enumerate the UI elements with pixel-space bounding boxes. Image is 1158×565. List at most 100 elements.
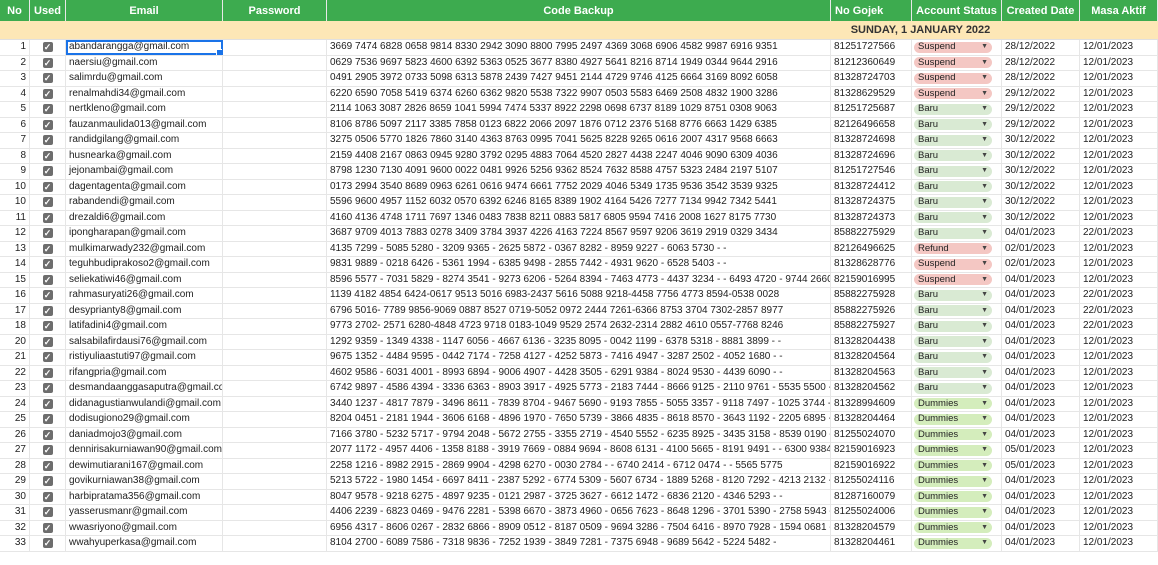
email-cell[interactable]: nertkleno@gmail.com — [66, 102, 223, 117]
code-backup-cell[interactable]: 9675 1352 - 4484 9595 - 0442 7174 - 7258… — [327, 350, 831, 365]
row-number[interactable]: 31 — [0, 505, 30, 520]
status-dropdown[interactable]: Dummies ▼ — [914, 506, 992, 518]
dropdown-arrow-icon[interactable]: ▼ — [981, 304, 988, 318]
code-backup-cell[interactable]: 0173 2994 3540 8689 0963 6261 0616 9474 … — [327, 179, 831, 194]
table-row[interactable]: 13 ✓ mulkimarwady232@gmail.com 4135 7299 - … — [0, 241, 1158, 257]
password-cell[interactable] — [223, 148, 327, 163]
password-cell[interactable] — [223, 303, 327, 318]
checkbox-checked-icon[interactable]: ✓ — [42, 321, 53, 332]
code-backup-cell[interactable]: 2159 4408 2167 0863 0945 9280 3792 0295 … — [327, 148, 831, 163]
gojek-number-cell[interactable]: 81251725687 — [831, 102, 912, 117]
email-cell[interactable]: randidgilang@gmail.com — [66, 133, 223, 148]
code-backup-cell[interactable]: 8596 5577 - 7031 5829 - 8274 3541 - 9273… — [327, 272, 831, 287]
header-used[interactable]: Used — [30, 0, 66, 21]
created-date-cell[interactable]: 02/01/2023 — [1002, 257, 1080, 272]
table-row[interactable]: 10 ✓ dagentagenta@gmail.com 0173 2994 3540 … — [0, 179, 1158, 195]
account-status-cell[interactable]: Baru ▼ — [912, 117, 1002, 132]
row-number[interactable]: 7 — [0, 133, 30, 148]
email-cell[interactable]: rifangpria@gmail.com — [66, 365, 223, 380]
dropdown-arrow-icon[interactable]: ▼ — [981, 56, 988, 70]
checkbox-checked-icon[interactable]: ✓ — [42, 166, 53, 177]
dropdown-arrow-icon[interactable]: ▼ — [981, 242, 988, 256]
dropdown-arrow-icon[interactable]: ▼ — [981, 164, 988, 178]
status-dropdown[interactable]: Suspend ▼ — [914, 56, 992, 70]
dropdown-arrow-icon[interactable]: ▼ — [981, 490, 988, 504]
email-cell[interactable]: wwahyuperkasa@gmail.com — [66, 536, 223, 551]
account-status-cell[interactable]: Baru ▼ — [912, 288, 1002, 303]
created-date-cell[interactable]: 30/12/2022 — [1002, 148, 1080, 163]
status-dropdown[interactable]: Dummies ▼ — [914, 413, 992, 425]
row-number[interactable]: 29 — [0, 474, 30, 489]
password-cell[interactable] — [223, 210, 327, 225]
table-row[interactable]: 5 ✓ nertkleno@gmail.com 2114 1063 3087 2826… — [0, 102, 1158, 118]
table-row[interactable]: 20 ✓ salsabilafirdausi76@gmail.com 1292 935… — [0, 334, 1158, 350]
masa-aktif-cell[interactable]: 22/01/2023 — [1080, 226, 1158, 241]
masa-aktif-cell[interactable]: 12/01/2023 — [1080, 458, 1158, 473]
created-date-cell[interactable]: 05/01/2023 — [1002, 458, 1080, 473]
gojek-number-cell[interactable]: 81328724696 — [831, 148, 912, 163]
gojek-number-cell[interactable]: 81328724373 — [831, 210, 912, 225]
row-number[interactable]: 14 — [0, 257, 30, 272]
email-cell[interactable]: mulkimarwady232@gmail.com — [66, 241, 223, 256]
masa-aktif-cell[interactable]: 12/01/2023 — [1080, 210, 1158, 225]
checkbox-checked-icon[interactable]: ✓ — [42, 305, 53, 316]
used-cell[interactable]: ✓ — [30, 458, 66, 473]
row-number[interactable]: 25 — [0, 412, 30, 427]
checkbox-checked-icon[interactable]: ✓ — [42, 197, 53, 208]
code-backup-cell[interactable]: 4406 2239 - 6823 0469 - 9476 2281 - 5398… — [327, 505, 831, 520]
email-cell[interactable]: yasserusmanr@gmail.com — [66, 505, 223, 520]
used-cell[interactable]: ✓ — [30, 272, 66, 287]
gojek-number-cell[interactable]: 81328724703 — [831, 71, 912, 86]
row-number[interactable]: 17 — [0, 303, 30, 318]
used-cell[interactable]: ✓ — [30, 226, 66, 241]
masa-aktif-cell[interactable]: 12/01/2023 — [1080, 195, 1158, 210]
dropdown-arrow-icon[interactable]: ▼ — [981, 474, 988, 488]
checkbox-checked-icon[interactable]: ✓ — [42, 119, 53, 130]
dropdown-arrow-icon[interactable]: ▼ — [981, 288, 988, 302]
gojek-number-cell[interactable]: 81328994609 — [831, 396, 912, 411]
masa-aktif-cell[interactable]: 12/01/2023 — [1080, 164, 1158, 179]
gojek-number-cell[interactable]: 81328628776 — [831, 257, 912, 272]
code-backup-cell[interactable]: 1139 4182 4854 6424-0617 9513 5016 6983-… — [327, 288, 831, 303]
masa-aktif-cell[interactable]: 22/01/2023 — [1080, 288, 1158, 303]
dropdown-arrow-icon[interactable]: ▼ — [981, 428, 988, 442]
masa-aktif-cell[interactable]: 12/01/2023 — [1080, 272, 1158, 287]
created-date-cell[interactable]: 28/12/2022 — [1002, 71, 1080, 86]
code-backup-cell[interactable]: 6956 4317 - 8606 0267 - 2832 6866 - 8909… — [327, 520, 831, 535]
table-row[interactable]: 10 ✓ rabandendi@gmail.com 5596 9600 4957 11… — [0, 195, 1158, 211]
created-date-cell[interactable]: 04/01/2023 — [1002, 334, 1080, 349]
checkbox-checked-icon[interactable]: ✓ — [42, 243, 53, 254]
email-cell[interactable]: didanagustianwulandi@gmail.com — [66, 396, 223, 411]
gojek-number-cell[interactable]: 82126496625 — [831, 241, 912, 256]
gojek-number-cell[interactable]: 81328724698 — [831, 133, 912, 148]
code-backup-cell[interactable]: 0629 7536 9697 5823 4600 6392 5363 0525 … — [327, 55, 831, 70]
account-status-cell[interactable]: Suspend ▼ — [912, 86, 1002, 101]
gojek-number-cell[interactable]: 81328204579 — [831, 520, 912, 535]
table-row[interactable]: 4 ✓ renalmahdi34@gmail.com 6220 6590 7058 5… — [0, 86, 1158, 102]
row-number[interactable]: 20 — [0, 334, 30, 349]
checkbox-checked-icon[interactable]: ✓ — [42, 429, 53, 440]
gojek-number-cell[interactable]: 81287160079 — [831, 489, 912, 504]
row-number[interactable]: 9 — [0, 164, 30, 179]
table-row[interactable]: 11 ✓ drezaldi6@gmail.com 4160 4136 4748 171… — [0, 210, 1158, 226]
created-date-cell[interactable]: 04/01/2023 — [1002, 288, 1080, 303]
masa-aktif-cell[interactable]: 12/01/2023 — [1080, 412, 1158, 427]
code-backup-cell[interactable]: 6742 9897 - 4586 4394 - 3336 6363 - 8903… — [327, 381, 831, 396]
checkbox-checked-icon[interactable]: ✓ — [42, 212, 53, 223]
status-dropdown[interactable]: Baru ▼ — [914, 382, 992, 394]
code-backup-cell[interactable]: 8047 9578 - 9218 6275 - 4897 9235 - 0121… — [327, 489, 831, 504]
gojek-number-cell[interactable]: 81212360649 — [831, 55, 912, 70]
password-cell[interactable] — [223, 179, 327, 194]
created-date-cell[interactable]: 04/01/2023 — [1002, 381, 1080, 396]
email-cell[interactable]: abandarangga@gmail.com — [66, 40, 223, 55]
account-status-cell[interactable]: Baru ▼ — [912, 334, 1002, 349]
password-cell[interactable] — [223, 164, 327, 179]
email-cell[interactable]: daniadmojo3@gmail.com — [66, 427, 223, 442]
status-dropdown[interactable]: Dummies ▼ — [914, 537, 992, 549]
code-backup-cell[interactable]: 9773 2702- 2571 6280-4848 4723 9718 0183… — [327, 319, 831, 334]
status-dropdown[interactable]: Dummies ▼ — [914, 428, 992, 442]
created-date-cell[interactable]: 04/01/2023 — [1002, 226, 1080, 241]
email-cell[interactable]: salsabilafirdausi76@gmail.com — [66, 334, 223, 349]
used-cell[interactable]: ✓ — [30, 195, 66, 210]
account-status-cell[interactable]: Baru ▼ — [912, 226, 1002, 241]
